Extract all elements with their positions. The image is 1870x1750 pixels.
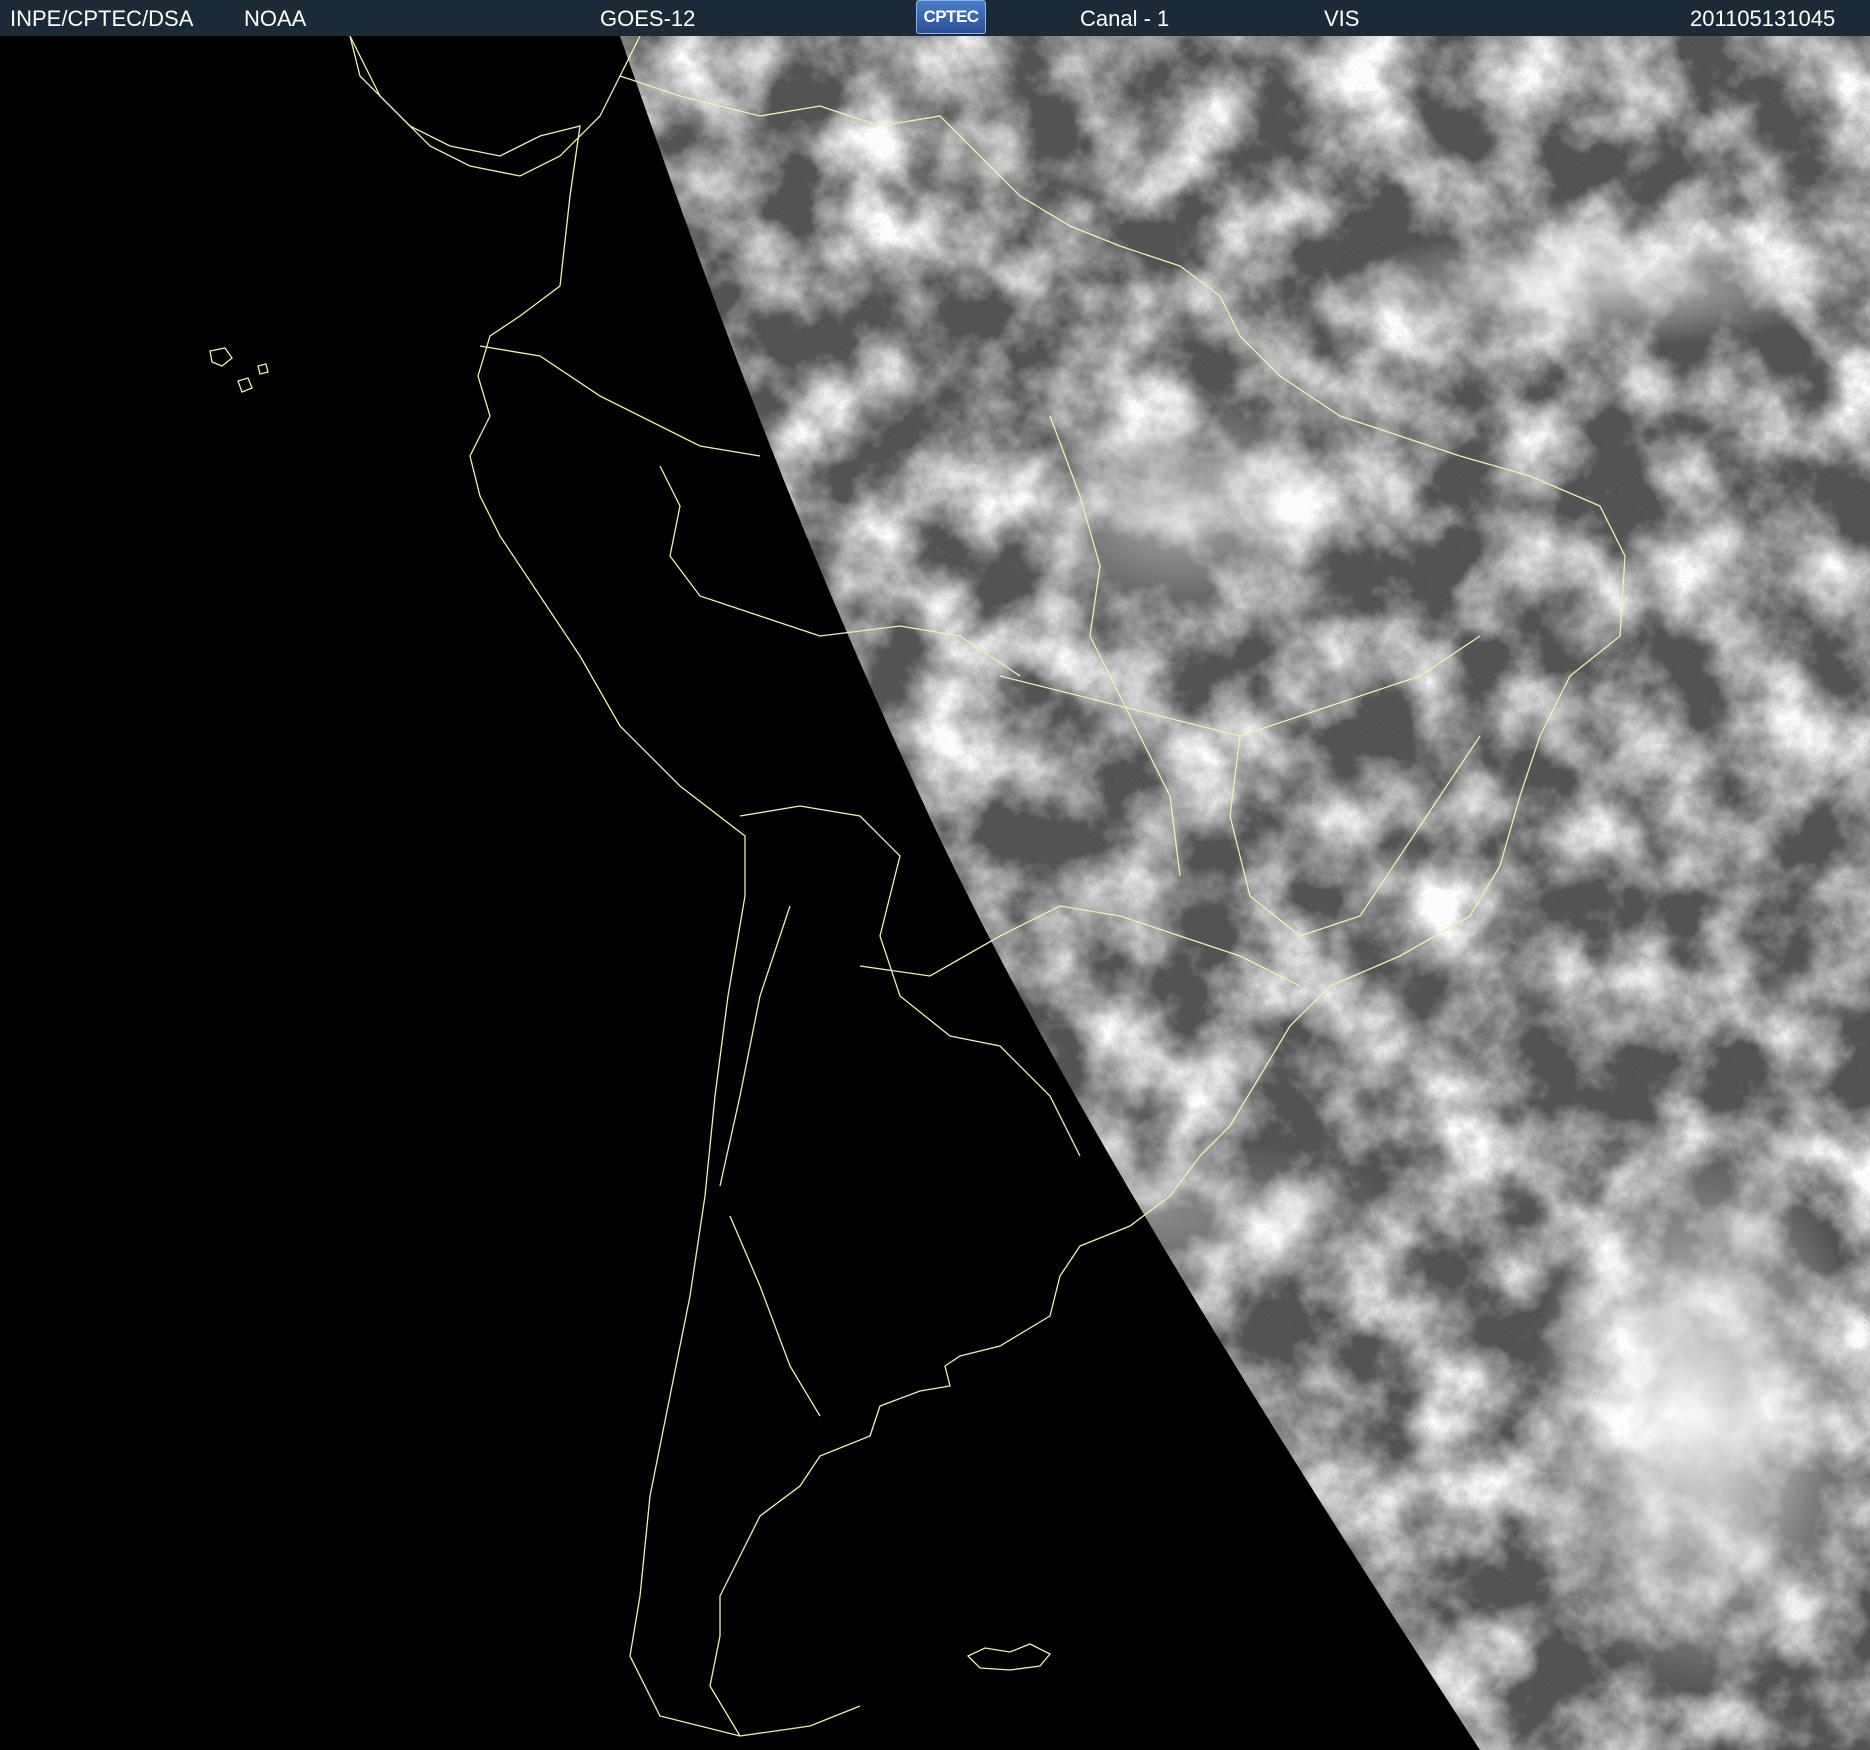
south-atlantic-cyclone — [1530, 1136, 1870, 1696]
channel-label: Canal - 1 — [1080, 6, 1170, 31]
timestamp-label: 201105131045 — [1690, 6, 1836, 31]
agency-label: INPE/CPTEC/DSA — [10, 6, 194, 31]
cptec-logo-icon: CPTEC — [916, 0, 986, 34]
logo-text: CPTEC — [923, 7, 979, 26]
band-label: VIS — [1324, 6, 1360, 31]
source-label: NOAA — [244, 6, 307, 31]
itcz-cloud-band — [1340, 226, 1860, 346]
amazon-cloud-cluster — [1010, 386, 1350, 626]
satellite-image — [0, 36, 1870, 1750]
image-header-bar: INPE/CPTEC/DSA NOAA GOES-12 CPTEC Canal … — [0, 0, 1870, 36]
satellite-label: GOES-12 — [600, 6, 696, 31]
